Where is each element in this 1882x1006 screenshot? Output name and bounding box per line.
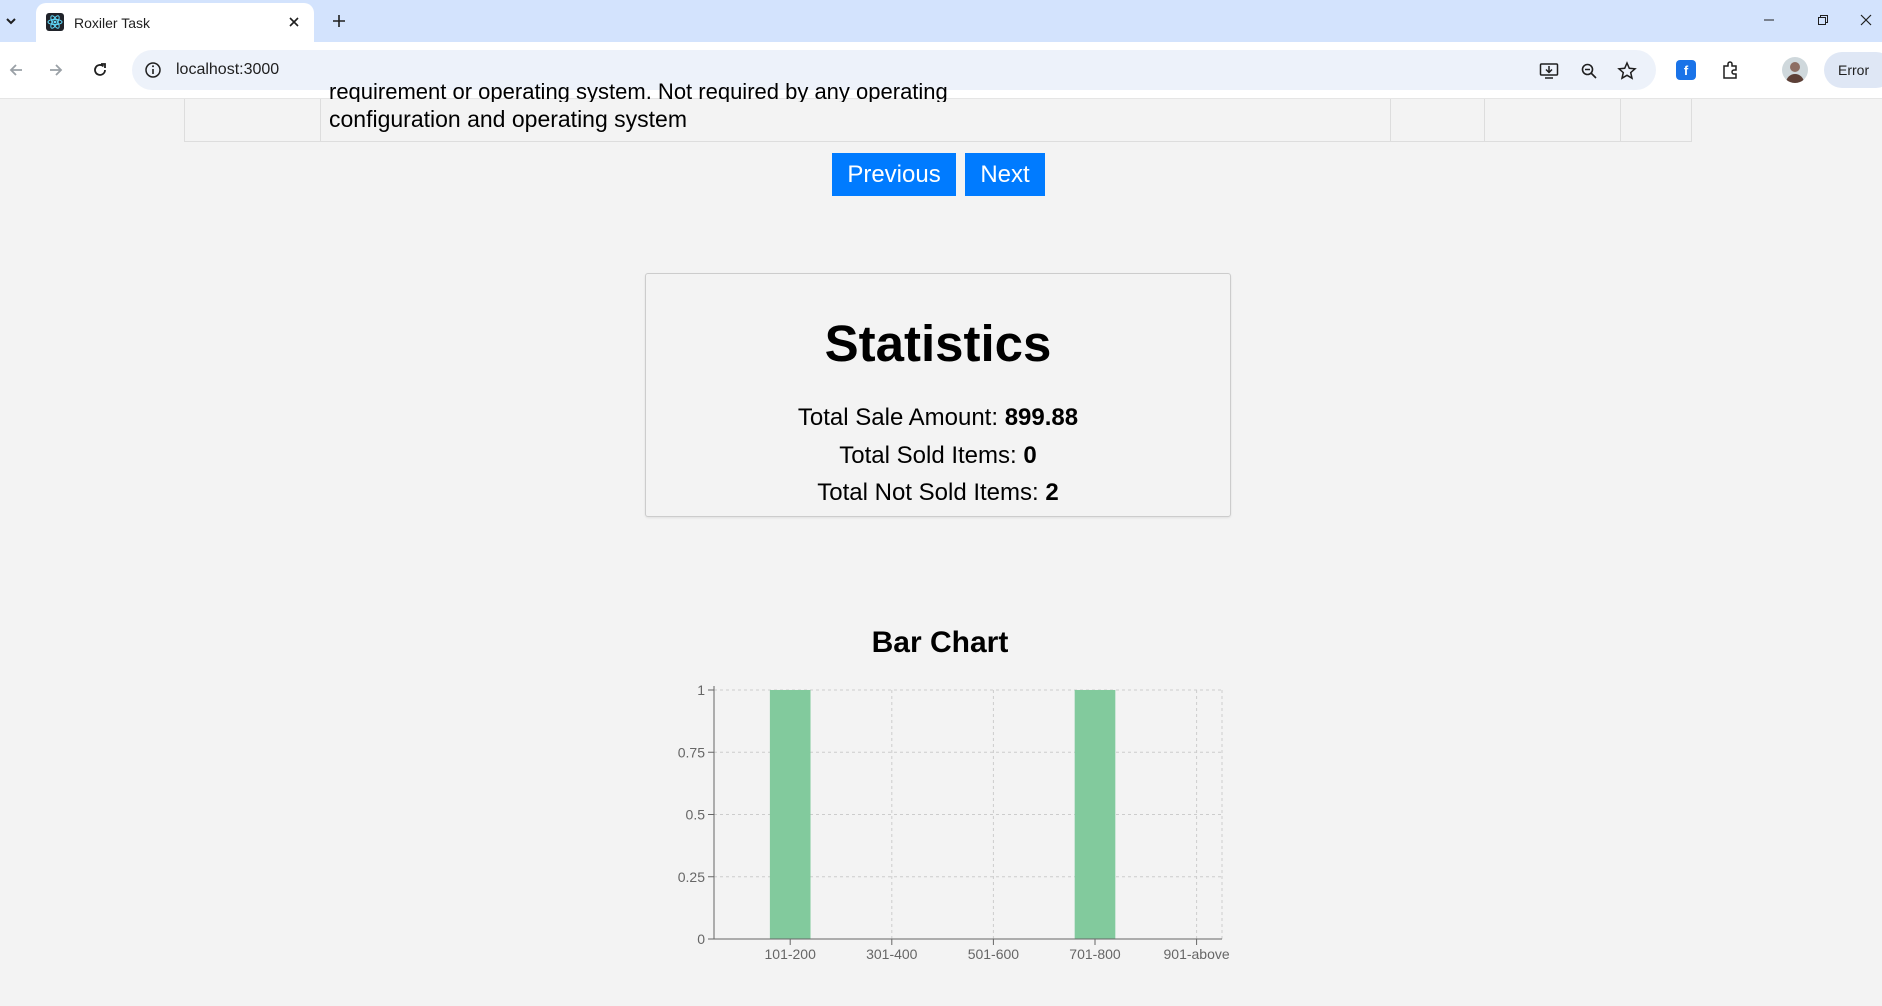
y-tick-label: 0.5	[686, 807, 706, 823]
total-not-sold-row: Total Not Sold Items: 2	[646, 479, 1230, 507]
x-tick-label: 501-600	[968, 946, 1020, 962]
forward-icon[interactable]	[42, 56, 70, 84]
x-tick-label: 101-200	[765, 946, 817, 962]
cell-divider	[1620, 99, 1621, 141]
tab-search-chevron-icon[interactable]	[0, 8, 22, 34]
extension-f-icon[interactable]: f	[1674, 58, 1698, 82]
bookmark-star-icon[interactable]	[1616, 60, 1638, 82]
reload-icon[interactable]	[86, 56, 114, 84]
bar-chart: 0 0.25 0.5 0.75 1 101-200 301-400 501-600 701-80…	[678, 682, 1230, 962]
x-tick-label: 301-400	[866, 946, 918, 962]
active-tab[interactable]: Roxiler Task	[36, 3, 314, 42]
cell-divider	[1484, 99, 1485, 141]
total-sold-value: 0	[1023, 442, 1037, 469]
react-logo-icon	[46, 13, 64, 31]
product-description: configuration and operating system	[329, 106, 687, 132]
profile-error-badge[interactable]: Error	[1824, 52, 1882, 88]
y-tick-label: 0.25	[678, 869, 705, 885]
install-app-icon[interactable]	[1538, 60, 1560, 82]
bar	[769, 690, 811, 939]
tab-strip: Roxiler Task	[0, 0, 1882, 42]
chart-title: Bar Chart	[871, 626, 1009, 659]
profile-error-label: Error	[1838, 62, 1870, 78]
url-text: localhost:3000	[176, 61, 280, 78]
total-sale-row: Total Sale Amount: 899.88	[646, 404, 1230, 432]
y-tick-label: 1	[697, 682, 705, 698]
bar	[1074, 690, 1116, 939]
new-tab-icon[interactable]	[326, 8, 352, 34]
total-sale-value: 899.88	[1004, 404, 1079, 431]
restore-icon[interactable]	[1800, 4, 1846, 36]
minimize-icon[interactable]	[1746, 4, 1792, 36]
x-tick-label: 701-800	[1069, 946, 1121, 962]
x-tick-label: 901-above	[1164, 946, 1230, 962]
cell-divider	[320, 99, 321, 141]
extensions-puzzle-icon[interactable]	[1718, 58, 1742, 82]
back-icon[interactable]	[2, 56, 30, 84]
tab-title: Roxiler Task	[74, 15, 150, 31]
y-tick-label: 0.75	[678, 744, 705, 760]
site-info-icon[interactable]	[144, 61, 162, 79]
total-not-sold-label: Total Not Sold Items:	[817, 479, 1046, 506]
close-tab-icon[interactable]	[284, 12, 304, 32]
total-not-sold-value: 2	[1045, 479, 1059, 506]
total-sold-label: Total Sold Items:	[839, 442, 1024, 469]
profile-avatar[interactable]	[1782, 57, 1808, 83]
statistics-title: Statistics	[824, 315, 1052, 372]
zoom-icon[interactable]	[1578, 60, 1600, 82]
statistics-panel: Statistics Total Sale Amount: 899.88 Tot…	[645, 273, 1231, 517]
total-sold-row: Total Sold Items: 0	[646, 442, 1230, 470]
cell-divider	[1390, 99, 1391, 141]
total-sale-label: Total Sale Amount:	[797, 404, 1005, 431]
close-window-icon[interactable]	[1850, 4, 1882, 36]
next-button[interactable]: Next	[965, 153, 1045, 196]
previous-button[interactable]: Previous	[832, 153, 956, 196]
y-tick-label: 0	[697, 931, 705, 947]
